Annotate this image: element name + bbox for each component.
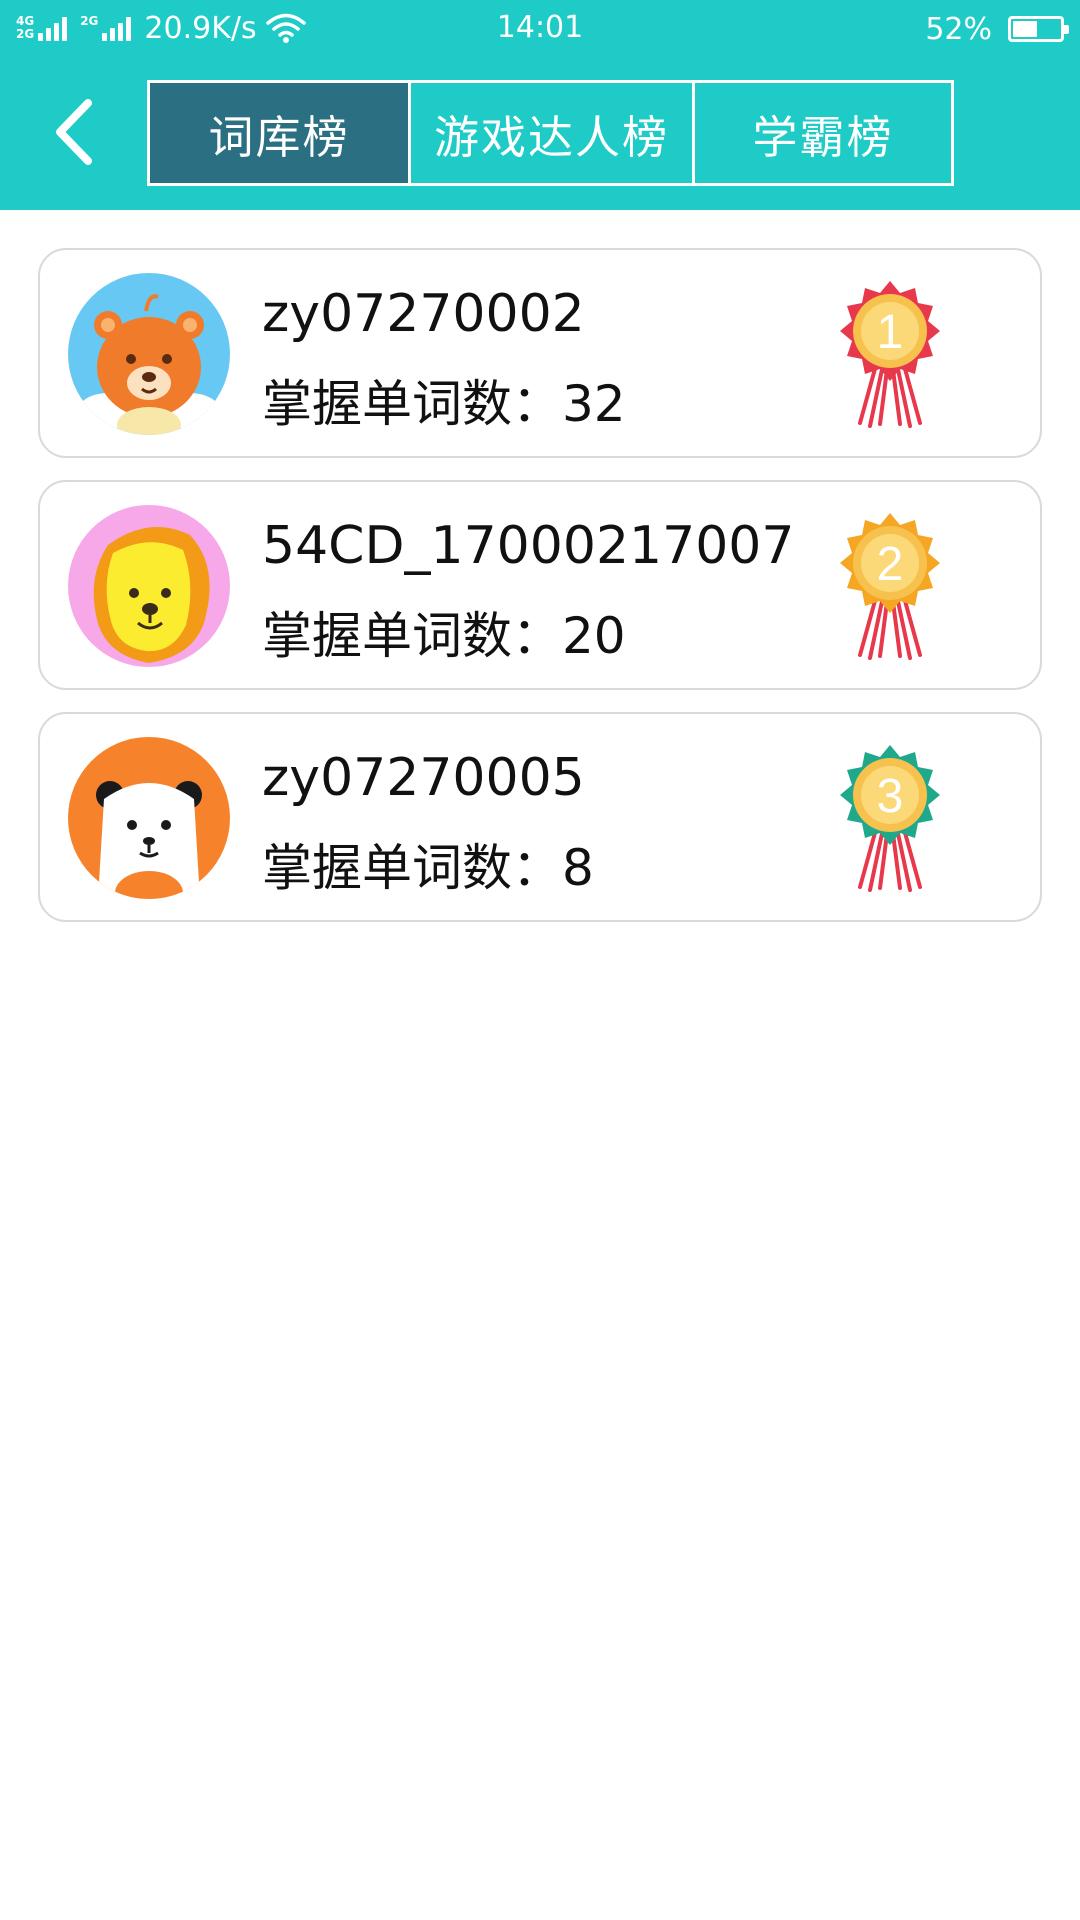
- medal-number: 2: [877, 538, 904, 591]
- list-item[interactable]: zy07270002 掌握单词数：32 1: [38, 248, 1042, 458]
- chevron-left-icon: [56, 99, 92, 165]
- mastered-words-label: 掌握单词数：: [262, 375, 562, 433]
- status-time: 14:01: [496, 10, 584, 45]
- battery-icon: [1008, 16, 1069, 42]
- tab-top-student-board[interactable]: 学霸榜: [692, 83, 951, 183]
- tab-vocabulary-board[interactable]: 词库榜: [150, 83, 408, 183]
- bear-avatar-icon: [68, 273, 230, 435]
- rank-list: zy07270002 掌握单词数：32 1 54CD_17000217007 掌…: [38, 248, 1042, 944]
- username: 54CD_17000217007: [262, 516, 795, 576]
- mastered-words-count: 20: [562, 607, 626, 665]
- nav-bar: 词库榜 游戏达人榜 学霸榜: [0, 58, 1080, 210]
- battery-level-fill: [1013, 21, 1037, 37]
- status-bar: 4G 2G 2G 20.9K/s 14:01 52%: [0, 0, 1080, 58]
- mastered-words-count: 32: [562, 375, 626, 433]
- username: zy07270005: [262, 748, 585, 808]
- battery-percent: 52%: [925, 11, 992, 47]
- mastered-words-label: 掌握单词数：: [262, 607, 562, 665]
- back-button[interactable]: [40, 92, 110, 172]
- medal-number: 1: [877, 306, 904, 359]
- medal-rank-1-icon: 1: [830, 278, 950, 428]
- medal-rank-2-icon: 2: [830, 510, 950, 660]
- username: zy07270002: [262, 284, 585, 344]
- mastered-words-count: 8: [562, 839, 594, 897]
- leaderboard-tabs: 词库榜 游戏达人榜 学霸榜: [147, 80, 954, 186]
- mastered-words-text: 掌握单词数：8: [262, 828, 594, 900]
- mastered-words-text: 掌握单词数：20: [262, 596, 626, 668]
- app-root: 4G 2G 2G 20.9K/s 14:01 52% 词库榜 游戏达人榜 学霸榜…: [0, 0, 1080, 1920]
- lion-avatar-icon: [68, 505, 230, 667]
- tab-label: 词库榜: [208, 110, 350, 164]
- panda-avatar-icon: [68, 737, 230, 899]
- status-right: 52%: [925, 10, 1069, 48]
- tab-label: 游戏达人榜: [433, 110, 669, 164]
- header: 4G 2G 2G 20.9K/s 14:01 52% 词库榜 游戏达人榜 学霸榜: [0, 0, 1080, 210]
- mastered-words-label: 掌握单词数：: [262, 839, 562, 897]
- medal-number: 3: [877, 770, 904, 823]
- tab-game-master-board[interactable]: 游戏达人榜: [408, 83, 692, 183]
- medal-rank-3-icon: 3: [830, 742, 950, 892]
- list-item[interactable]: zy07270005 掌握单词数：8 3: [38, 712, 1042, 922]
- list-item[interactable]: 54CD_17000217007 掌握单词数：20 2: [38, 480, 1042, 690]
- mastered-words-text: 掌握单词数：32: [262, 364, 626, 436]
- tab-label: 学霸榜: [752, 110, 894, 164]
